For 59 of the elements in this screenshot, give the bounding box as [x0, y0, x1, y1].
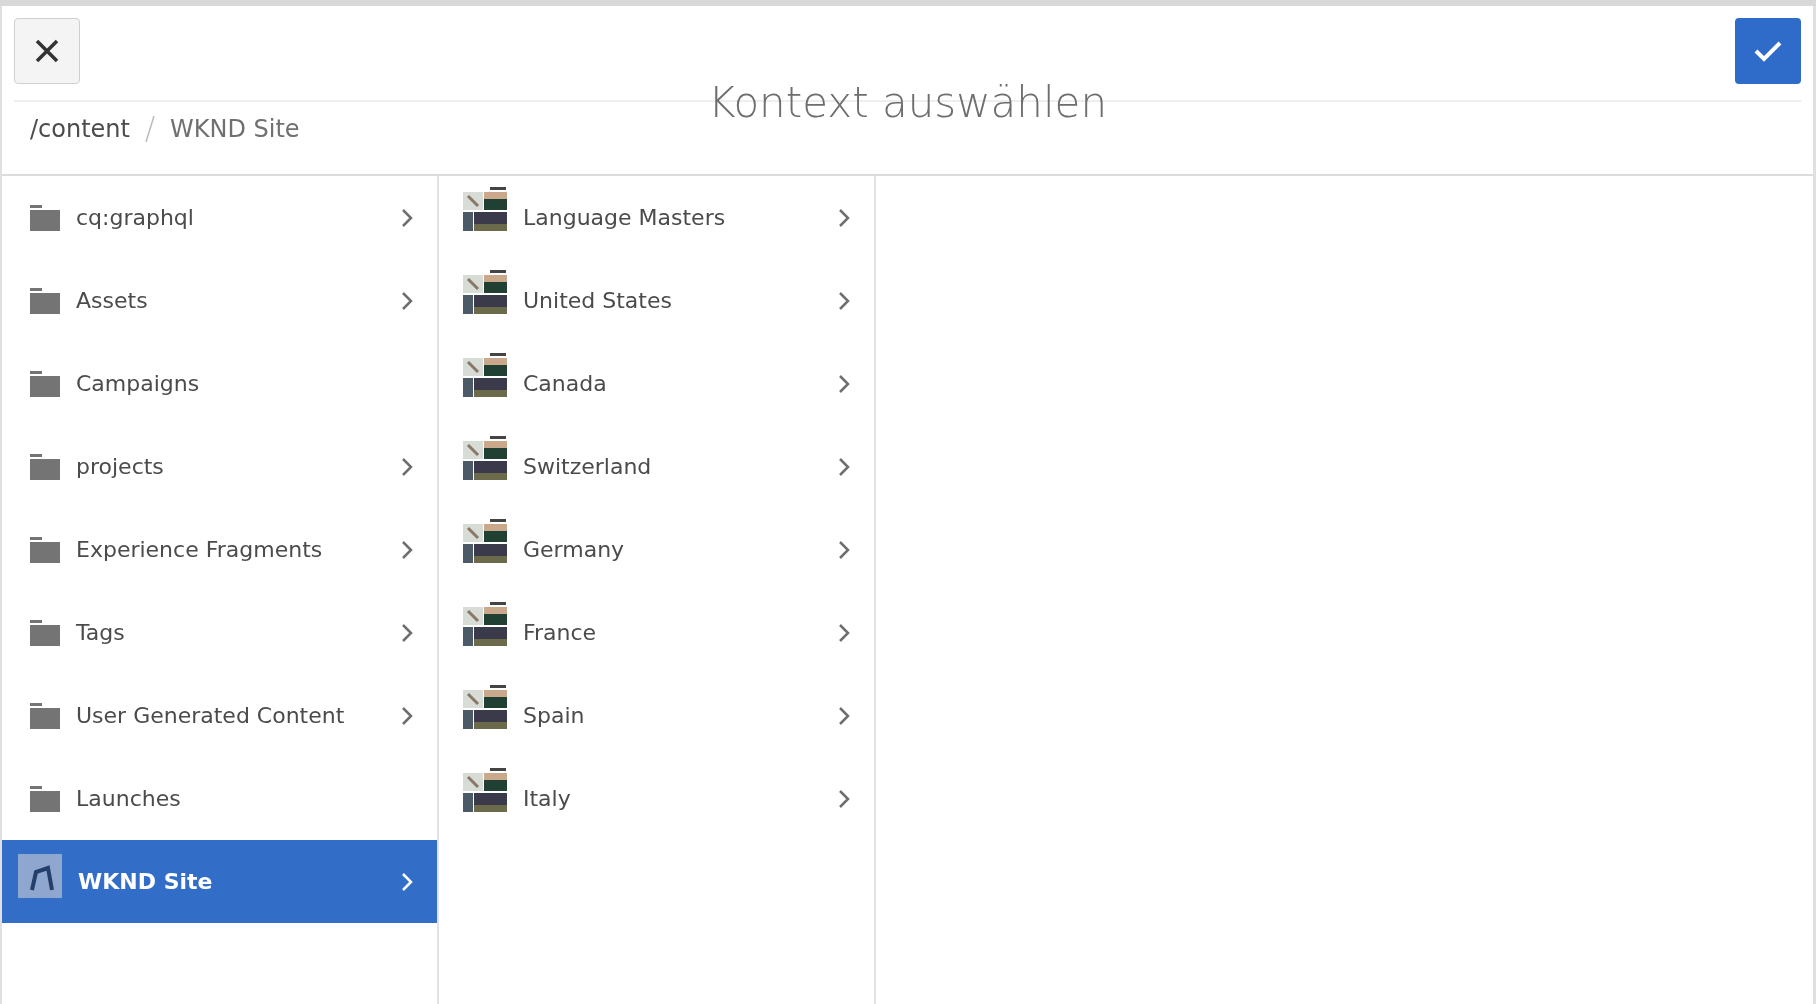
- thumbnail-collage: [463, 269, 507, 314]
- item-label: WKND Site: [78, 869, 214, 894]
- folder-icon: [30, 370, 60, 397]
- column-item[interactable]: United States: [439, 259, 874, 342]
- breadcrumb-separator: [144, 114, 156, 144]
- item-label: Spain: [523, 703, 586, 728]
- column-item[interactable]: France: [439, 591, 874, 674]
- thumbnail-collage: [463, 601, 507, 646]
- column-item[interactable]: Italy: [439, 757, 874, 840]
- column-item[interactable]: WKND Site: [2, 840, 437, 923]
- breadcrumb-link[interactable]: WKND Site: [170, 115, 300, 143]
- folder-icon: [30, 453, 60, 480]
- column-item[interactable]: Tags: [2, 591, 437, 674]
- item-label: Switzerland: [523, 454, 653, 479]
- column-item[interactable]: Switzerland: [439, 425, 874, 508]
- column-item[interactable]: Launches: [2, 757, 437, 840]
- item-label: Assets: [76, 288, 149, 313]
- photo-placeholder: [18, 853, 62, 898]
- item-label: Italy: [523, 786, 572, 811]
- thumbnail-collage: [463, 518, 507, 563]
- folder-icon: [30, 287, 60, 314]
- close-button[interactable]: [14, 18, 80, 84]
- item-label: Tags: [76, 620, 126, 645]
- item-label: Experience Fragments: [76, 537, 324, 562]
- item-label: Germany: [523, 537, 626, 562]
- column-item[interactable]: projects: [2, 425, 437, 508]
- column-item[interactable]: Assets: [2, 259, 437, 342]
- thumbnail-collage: [463, 767, 507, 812]
- thumbnail-collage: [463, 435, 507, 480]
- column-item[interactable]: Germany: [439, 508, 874, 591]
- column-item[interactable]: Canada: [439, 342, 874, 425]
- folder-icon: [30, 785, 60, 812]
- thumbnail-collage: [463, 352, 507, 397]
- item-label: cq:graphql: [76, 205, 195, 230]
- folder-icon: [30, 536, 60, 563]
- item-label: User Generated Content: [76, 703, 346, 728]
- item-label: Canada: [523, 371, 608, 396]
- thumbnail-collage: [463, 186, 507, 231]
- folder-icon: [30, 204, 60, 231]
- item-label: France: [523, 620, 598, 645]
- column-item[interactable]: User Generated Content: [2, 674, 437, 757]
- column-item[interactable]: Language Masters: [439, 176, 874, 259]
- item-label: United States: [523, 288, 673, 313]
- thumbnail-collage: [463, 684, 507, 729]
- folder-icon: [30, 702, 60, 729]
- breadcrumb-link[interactable]: /content: [30, 115, 130, 143]
- column-item[interactable]: cq:graphql: [2, 176, 437, 259]
- column-item[interactable]: Experience Fragments: [2, 508, 437, 591]
- folder-icon: [30, 619, 60, 646]
- dialog-title: Kontext auswählen: [707, 78, 1108, 127]
- checkmark-icon: [1753, 39, 1783, 63]
- item-label: Launches: [76, 786, 182, 811]
- item-label: projects: [76, 454, 165, 479]
- close-icon: [34, 38, 60, 64]
- item-label: Campaigns: [76, 371, 201, 396]
- column-item[interactable]: Campaigns: [2, 342, 437, 425]
- column-item[interactable]: Spain: [439, 674, 874, 757]
- item-label: Language Masters: [523, 205, 727, 230]
- confirm-button[interactable]: [1735, 18, 1801, 84]
